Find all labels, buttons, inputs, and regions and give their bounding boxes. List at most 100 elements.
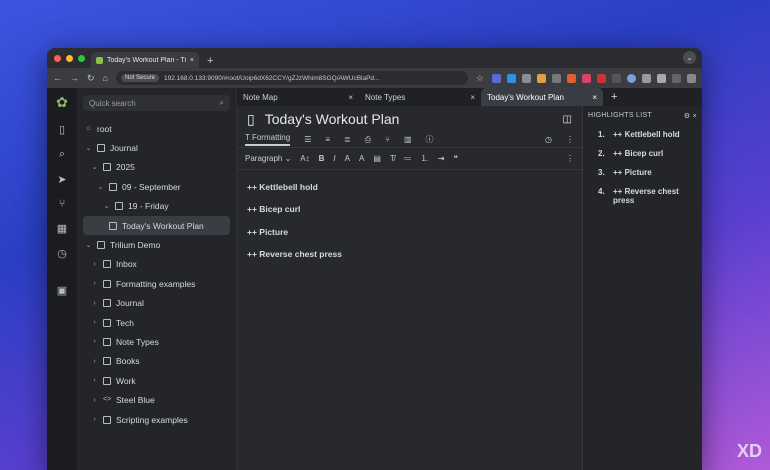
close-icon[interactable]: ×	[592, 93, 597, 102]
chevron-right-icon[interactable]: ›	[91, 338, 98, 345]
chevron-right-icon[interactable]: ›	[91, 300, 98, 307]
new-note-tab-button[interactable]: +	[603, 88, 625, 106]
indent-button[interactable]: ⇥	[438, 154, 445, 163]
tree-node-2025[interactable]: ⌄ 2025	[83, 158, 230, 177]
extension-icon[interactable]	[522, 73, 531, 83]
clear-format-button[interactable]: T̸	[390, 154, 395, 163]
note-map-icon[interactable]: ⑂	[385, 135, 390, 144]
tree-node-root[interactable]: ⌂ root	[83, 119, 230, 138]
sidebar-icon[interactable]	[657, 73, 666, 83]
chevron-right-icon[interactable]: ›	[91, 261, 98, 268]
chevron-down-icon[interactable]: ⌄	[85, 144, 92, 152]
more-icon[interactable]: ⋮	[566, 135, 574, 144]
bold-button[interactable]: B	[319, 154, 325, 163]
toggle-right-pane-icon[interactable]: ◫	[563, 114, 572, 125]
tree-node-tech[interactable]: › Tech	[83, 313, 230, 332]
tree-node-work[interactable]: › Work	[83, 371, 230, 390]
close-tab-icon[interactable]: ×	[190, 57, 194, 64]
extension-icon[interactable]	[537, 73, 546, 83]
tree-node-friday[interactable]: ⌄ 19 - Friday	[83, 197, 230, 216]
profile-icon[interactable]	[672, 73, 681, 83]
tab-todays-workout-plan[interactable]: Today's Workout Plan ×	[481, 88, 603, 106]
font-size-button[interactable]: A↕	[300, 154, 309, 163]
stats-icon[interactable]: ▥	[404, 135, 412, 144]
extension-icon[interactable]	[597, 73, 606, 83]
not-secure-badge[interactable]: Not Secure	[120, 74, 159, 82]
note-map-icon[interactable]: ⑂	[59, 198, 66, 210]
tree-node-september[interactable]: ⌄ 09 - September	[83, 177, 230, 196]
chevron-right-icon[interactable]: ›	[91, 358, 98, 365]
tree-node-scripting-examples[interactable]: › Scripting examples	[83, 410, 230, 429]
extension-icon[interactable]	[552, 73, 561, 83]
new-tab-button[interactable]: +	[207, 55, 213, 67]
highlight-item[interactable]: 3. ++ Picture	[588, 168, 697, 177]
search-icon[interactable]: ⌕	[59, 148, 65, 161]
minimize-window-button[interactable]	[66, 55, 73, 62]
tab-note-map[interactable]: Note Map ×	[237, 88, 359, 106]
numbered-list-button[interactable]: ⒈	[421, 153, 429, 164]
bulleted-list-button[interactable]: ≔	[404, 154, 412, 163]
options-icon[interactable]: ☰	[304, 135, 311, 144]
note-title-input[interactable]: Today's Workout Plan	[265, 111, 400, 127]
reload-icon[interactable]: ↻	[87, 73, 95, 84]
maximize-window-button[interactable]	[78, 55, 85, 62]
chevron-right-icon[interactable]: ›	[91, 377, 98, 384]
close-window-button[interactable]	[54, 55, 61, 62]
tree-node-inbox[interactable]: › Inbox	[83, 255, 230, 274]
list-add-icon[interactable]: ≣	[344, 135, 351, 144]
tree-node-trilium-demo[interactable]: ⌄ Trilium Demo	[83, 235, 230, 254]
tab-formatting[interactable]: T Formatting	[245, 133, 291, 146]
tab-note-types[interactable]: Note Types ×	[359, 88, 481, 106]
chevron-right-icon[interactable]: ›	[91, 416, 98, 423]
text-style-button[interactable]: A	[345, 154, 350, 163]
extension-icon[interactable]	[582, 73, 591, 83]
tree-node-note-types[interactable]: › Note Types	[83, 332, 230, 351]
close-icon[interactable]: ×	[348, 93, 353, 102]
highlight-item[interactable]: 1. ++ Kettlebell hold	[588, 130, 697, 139]
printer-icon[interactable]: ⎙	[365, 135, 371, 145]
tree-node-todays-workout-plan[interactable]: Today's Workout Plan	[83, 215, 230, 236]
highlight-button[interactable]: ▤	[373, 154, 381, 163]
quote-button[interactable]: ❝	[454, 154, 458, 163]
italic-button[interactable]: I	[333, 154, 335, 163]
today-icon[interactable]: ▣	[57, 284, 67, 297]
tree-node-books[interactable]: › Books	[83, 352, 230, 371]
tree-node-steel-blue[interactable]: › <> Steel Blue	[83, 390, 230, 409]
chevron-down-icon[interactable]: ⌄	[91, 163, 98, 171]
url-input[interactable]: Not Secure 192.168.0.133:9090/#root/Uoip…	[115, 71, 468, 85]
send-icon[interactable]: ➤	[57, 173, 66, 186]
history-icon[interactable]: ◷	[545, 135, 552, 144]
list-icon[interactable]: ≡	[325, 135, 330, 144]
chevron-down-icon[interactable]: ⌄	[85, 241, 92, 249]
chevron-down-icon[interactable]: ⌄	[683, 51, 696, 64]
browser-tab[interactable]: Today's Workout Plan - Trilium ×	[91, 52, 199, 68]
extension-icon[interactable]	[567, 73, 576, 83]
note-icon[interactable]: ▯	[247, 111, 255, 128]
chevron-right-icon[interactable]: ›	[91, 319, 98, 326]
quick-search-input[interactable]: Quick search ⌕	[83, 95, 230, 111]
info-icon[interactable]: ⓘ	[426, 134, 434, 145]
new-note-icon[interactable]: ▯	[59, 123, 65, 136]
tree-node-journal-demo[interactable]: › Journal	[83, 294, 230, 313]
chevron-right-icon[interactable]: ›	[91, 397, 98, 404]
forward-icon[interactable]: →	[70, 73, 79, 83]
history-icon[interactable]: ◷	[57, 247, 67, 260]
back-icon[interactable]: ←	[53, 73, 62, 83]
close-icon[interactable]: ×	[470, 93, 475, 102]
calendar-icon[interactable]: ▦	[57, 222, 67, 235]
tree-node-journal[interactable]: ⌄ Journal	[83, 138, 230, 157]
chevron-down-icon[interactable]: ⌄	[97, 183, 104, 191]
puzzle-icon[interactable]	[642, 73, 651, 83]
gear-icon[interactable]: ⚙	[684, 113, 691, 120]
font-color-button[interactable]: A	[359, 154, 364, 163]
note-content[interactable]: ++ Kettlebell hold ++ Bicep curl ++ Pict…	[237, 170, 582, 470]
extension-icon[interactable]	[492, 73, 501, 83]
menu-icon[interactable]	[687, 73, 696, 83]
extension-icon[interactable]	[627, 73, 636, 83]
close-icon[interactable]: ×	[693, 113, 697, 120]
chevron-down-icon[interactable]: ⌄	[103, 202, 110, 210]
more-icon[interactable]: ⋮	[566, 154, 574, 163]
tree-node-formatting-examples[interactable]: › Formatting examples	[83, 274, 230, 293]
extension-icon[interactable]	[612, 73, 621, 83]
extension-icon[interactable]	[507, 73, 516, 83]
